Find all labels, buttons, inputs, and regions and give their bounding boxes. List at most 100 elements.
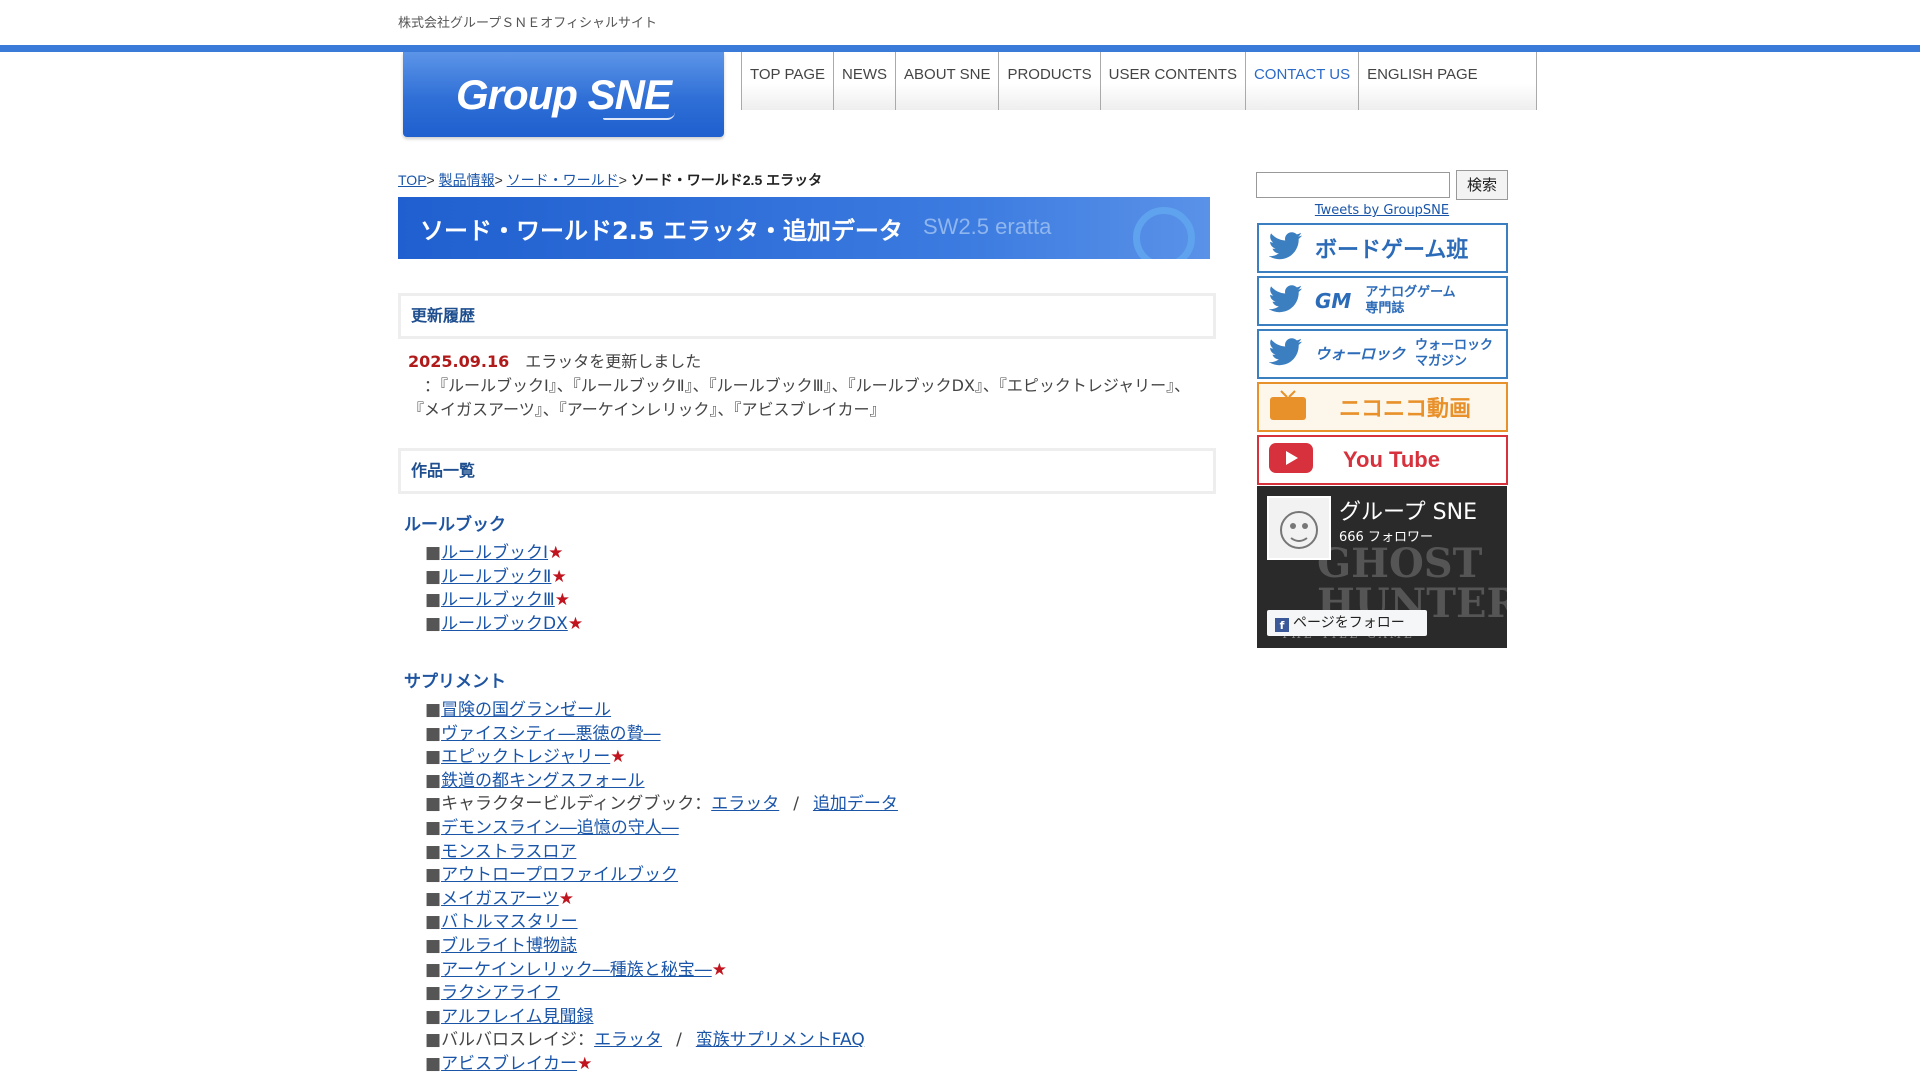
nav-english[interactable]: ENGLISH PAGE: [1359, 52, 1536, 110]
bullet: ■: [425, 723, 442, 744]
bullet: ■: [425, 613, 442, 634]
product-link[interactable]: メイガスアーツ: [441, 889, 559, 909]
rulebook-list: ■ルールブックⅠ★ ■ルールブックⅡ★ ■ルールブックⅢ★ ■ルールブックDX★: [425, 542, 583, 636]
product-link[interactable]: ルールブックⅢ: [441, 590, 555, 610]
twitter-icon: [1268, 285, 1303, 317]
logo[interactable]: Group SNE: [403, 52, 724, 137]
history-entry: 2025.09.16 エラッタを更新しました ：『ルールブックⅠ』、『ルールブック…: [408, 350, 1208, 422]
history-detail: ：『ルールブックⅠ』、『ルールブックⅡ』、『ルールブックⅢ』、『ルールブックDX…: [408, 376, 1191, 419]
page-title: ソード・ワールド2.5 エラッタ・追加データ: [420, 217, 903, 245]
list-item: ■ルールブックⅡ★: [425, 566, 583, 590]
product-link[interactable]: アーケインレリック―種族と秘宝―: [441, 960, 712, 980]
fb-page-name[interactable]: グループ SNE: [1339, 494, 1477, 526]
logo-swoosh: [603, 112, 675, 120]
youtube-label: You Tube: [1343, 447, 1440, 472]
warlock-logo: ウォーロック: [1315, 345, 1406, 363]
niconico-label: ニコニコ動画: [1339, 397, 1472, 422]
product-link[interactable]: アルフレイム見聞録: [441, 1007, 594, 1027]
tweets-link[interactable]: Tweets by GroupSNE: [1315, 203, 1449, 218]
product-link[interactable]: ラクシアライフ: [441, 983, 560, 1003]
list-item: ■ルールブックDX★: [425, 613, 583, 637]
youtube-button[interactable]: You Tube: [1257, 435, 1508, 485]
bullet: ■: [425, 1053, 442, 1074]
bullet: ■: [425, 912, 442, 933]
product-link[interactable]: ルールブックⅡ: [441, 567, 551, 587]
supplement-list: ■冒険の国グランゼール ■ヴァイスシティ―悪徳の贄― ■エピックトレジャリー★ ■鉄道…: [425, 699, 898, 1077]
product-name: キャラクタービルディングブック：: [441, 794, 712, 815]
fb-followers: 666 フォロワー: [1339, 530, 1433, 545]
page-subtitle: SW2.5 eratta: [923, 214, 1052, 239]
star-icon: ★: [551, 566, 567, 587]
star-icon: ★: [558, 888, 574, 909]
list-item: ■アルフレイム見聞録: [425, 1006, 898, 1030]
gm-logo: GM: [1315, 289, 1352, 313]
nav-contact[interactable]: CONTACT US: [1246, 52, 1360, 110]
breadcrumb-products[interactable]: 製品情報: [439, 172, 495, 188]
bullet: ■: [425, 1030, 442, 1051]
breadcrumb: TOP> 製品情報> ソード・ワールド> ソード・ワールド2.5 エラッタ: [398, 172, 823, 188]
nav-user-contents[interactable]: USER CONTENTS: [1101, 52, 1246, 110]
avatar[interactable]: [1267, 496, 1331, 560]
product-link[interactable]: 鉄道の都キングスフォール: [441, 771, 645, 791]
rulebook-heading: ルールブック: [404, 515, 506, 535]
star-icon: ★: [548, 543, 564, 563]
main-nav: TOP PAGE NEWS ABOUT SNE PRODUCTS USER CO…: [741, 52, 1538, 110]
search-button[interactable]: 検索: [1456, 170, 1508, 200]
list-item: ■エピックトレジャリー★: [425, 746, 898, 770]
nav-top-page[interactable]: TOP PAGE: [742, 52, 835, 110]
niconico-button[interactable]: ニコニコ動画: [1257, 382, 1508, 432]
star-icon: ★: [577, 1053, 593, 1074]
breadcrumb-sword-world[interactable]: ソード・ワールド: [507, 172, 619, 188]
bullet: ■: [425, 983, 442, 1004]
bullet: ■: [425, 747, 442, 768]
bullet: ■: [425, 817, 442, 838]
product-link[interactable]: ブルライト博物誌: [441, 936, 577, 956]
ring-decoration-icon: [1133, 207, 1195, 259]
twitter-icon: [1268, 232, 1303, 264]
bullet: ■: [425, 1006, 442, 1027]
separator: /: [793, 794, 799, 815]
warlock-text: ウォーロック マガジン: [1415, 338, 1494, 369]
product-link[interactable]: バトルマスタリー: [441, 912, 578, 932]
product-link[interactable]: ルールブックDX: [441, 614, 568, 634]
product-link[interactable]: エピックトレジャリー: [441, 747, 610, 767]
fb-follow-button[interactable]: f ページをフォロー: [1267, 610, 1427, 636]
product-link[interactable]: アウトロープロファイルブック: [441, 865, 678, 885]
bullet: ■: [425, 770, 442, 791]
nav-news[interactable]: NEWS: [834, 52, 897, 110]
star-icon: ★: [610, 747, 626, 768]
list-item: ■ラクシアライフ: [425, 982, 898, 1006]
bullet: ■: [425, 543, 442, 563]
errata-link[interactable]: エラッタ: [594, 1030, 662, 1050]
twitter-icon: [1268, 338, 1303, 370]
gm-text: アナログゲーム 専門誌: [1365, 285, 1456, 316]
list-item: ■ルールブックⅠ★: [425, 542, 583, 566]
product-link[interactable]: ルールブックⅠ: [441, 543, 548, 563]
bullet: ■: [425, 865, 442, 886]
facebook-widget[interactable]: GHOSTHUNTER THE TILE GAME グループ SNE 666 フ…: [1257, 486, 1507, 648]
search-input[interactable]: [1256, 172, 1450, 198]
extra-link[interactable]: 追加データ: [813, 794, 898, 814]
list-item: ■ルールブックⅢ★: [425, 589, 583, 613]
list-item: ■バトルマスタリー: [425, 911, 898, 935]
nav-about[interactable]: ABOUT SNE: [896, 52, 1000, 110]
history-date: 2025.09.16: [408, 352, 510, 371]
product-link[interactable]: アビスブレイカー: [441, 1054, 577, 1074]
list-item: ■アーケインレリック―種族と秘宝―★: [425, 959, 898, 983]
product-link[interactable]: 冒険の国グランゼール: [441, 700, 611, 720]
nav-products[interactable]: PRODUCTS: [999, 52, 1101, 110]
character-building-row: ■キャラクタービルディングブック：エラッタ / 追加データ: [425, 793, 898, 817]
product-link[interactable]: デモンスライン―追憶の守人―: [441, 818, 679, 838]
breadcrumb-top[interactable]: TOP: [398, 172, 427, 188]
product-link[interactable]: ヴァイスシティ―悪徳の贄―: [441, 724, 660, 744]
page-title-bar: ソード・ワールド2.5 エラッタ・追加データ SW2.5 eratta: [398, 197, 1210, 259]
list-item: ■鉄道の都キングスフォール: [425, 770, 898, 794]
errata-link[interactable]: エラッタ: [711, 794, 779, 814]
board-game-twitter-button[interactable]: ボードゲーム班: [1257, 223, 1508, 273]
product-name: バルバロスレイジ：: [441, 1030, 595, 1051]
gm-twitter-button[interactable]: GM アナログゲーム 専門誌: [1257, 276, 1508, 326]
list-item: ■ブルライト博物誌: [425, 935, 898, 959]
extra-link[interactable]: 蛮族サプリメントFAQ: [696, 1030, 865, 1050]
warlock-twitter-button[interactable]: ウォーロック ウォーロック マガジン: [1257, 329, 1508, 379]
product-link[interactable]: モンストラスロア: [441, 842, 576, 862]
